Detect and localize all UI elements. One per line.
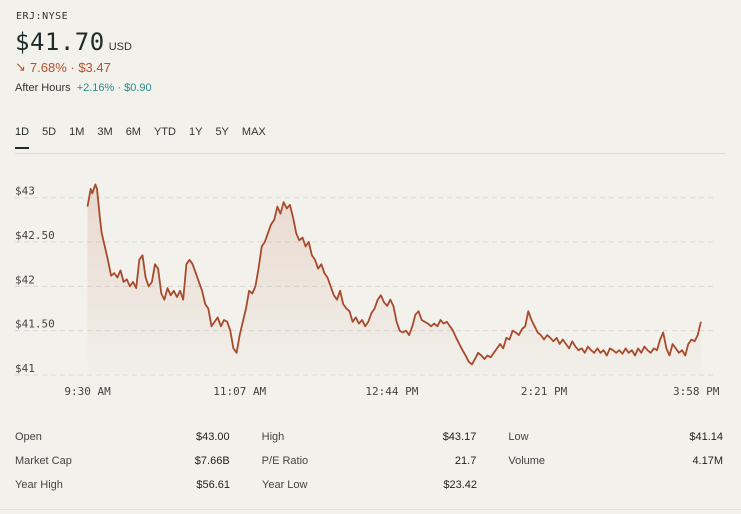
- stats-row: Open $43.00 High $43.17 Low $41.14: [15, 425, 723, 449]
- y-tick-label: $42.50: [15, 229, 55, 242]
- bottom-divider: [0, 509, 741, 510]
- stat-label: P/E Ratio: [261, 455, 309, 467]
- tab-max[interactable]: MAX: [242, 126, 266, 149]
- after-hours-change: +2.16% · $0.90: [76, 82, 152, 94]
- stat-low: Low $41.14: [508, 431, 723, 443]
- x-tick-label: 12:44 PM: [365, 385, 418, 398]
- stat-value: $41.14: [689, 431, 724, 443]
- series-area: [87, 184, 701, 375]
- tab-5y[interactable]: 5Y: [215, 126, 228, 149]
- stat-value: $56.61: [196, 479, 230, 491]
- tab-3m[interactable]: 3M: [97, 126, 112, 149]
- change-value: 7.68% · $3.47: [29, 59, 111, 75]
- stat-label: High: [261, 431, 285, 443]
- price-change: ↘ 7.68% · $3.47: [15, 59, 111, 75]
- stat-label: Low: [508, 431, 529, 443]
- tab-divider: [15, 153, 726, 154]
- y-tick-label: $41: [15, 362, 35, 375]
- stat-value: 4.17M: [692, 455, 724, 467]
- currency-label: USD: [108, 41, 132, 53]
- stat-label: Volume: [508, 455, 546, 467]
- stat-label: Year Low: [262, 479, 308, 491]
- stat-year-high: Year High $56.61: [15, 479, 230, 491]
- stat-value: $23.42: [443, 479, 477, 491]
- after-hours-label: After Hours: [15, 82, 71, 94]
- stat-pe-ratio: P/E Ratio 21.7: [262, 455, 477, 467]
- x-tick-label: 9:30 AM: [64, 385, 111, 398]
- stat-label: Open: [15, 431, 42, 443]
- tab-1d[interactable]: 1D: [15, 126, 30, 149]
- stat-value: $7.66B: [194, 455, 230, 467]
- arrow-down-right-icon: ↘: [15, 59, 26, 74]
- tab-5d[interactable]: 5D: [42, 126, 56, 149]
- after-hours: After Hours +2.16% · $0.90: [15, 82, 152, 94]
- y-tick-label: $41.50: [15, 318, 55, 331]
- x-tick-label: 11:07 AM: [213, 385, 266, 398]
- range-tabs: 1D 5D 1M 3M 6M YTD 1Y 5Y MAX: [15, 126, 279, 149]
- tab-6m[interactable]: 6M: [126, 126, 141, 149]
- stat-value: $43.17: [442, 431, 477, 443]
- price-row: $41.70 USD: [15, 28, 132, 56]
- stat-volume: Volume 4.17M: [508, 455, 723, 467]
- stats-table: Open $43.00 High $43.17 Low $41.14 Marke…: [15, 425, 723, 497]
- x-tick-label: 3:58 PM: [673, 385, 720, 398]
- stat-high: High $43.17: [262, 431, 477, 443]
- price-chart[interactable]: $43 $42.50 $42 $41.50 $41 9:30 AM 11:07 AM 12:4…: [0, 170, 741, 410]
- tab-1m[interactable]: 1M: [69, 126, 84, 149]
- stat-market-cap: Market Cap $7.66B: [15, 455, 230, 467]
- stat-label: Market Cap: [15, 455, 72, 467]
- stat-year-low: Year Low $23.42: [262, 479, 477, 491]
- stats-row: Market Cap $7.66B P/E Ratio 21.7 Volume …: [15, 449, 723, 473]
- stat-label: Year High: [15, 479, 63, 491]
- y-tick-label: $43: [15, 185, 35, 198]
- current-price: $41.70: [15, 28, 105, 56]
- ticker-symbol: ERJ:NYSE: [16, 11, 69, 22]
- stat-value: $43.00: [196, 431, 230, 443]
- stats-row: Year High $56.61 Year Low $23.42: [15, 473, 723, 497]
- stat-open: Open $43.00: [15, 431, 230, 443]
- tab-ytd[interactable]: YTD: [154, 126, 176, 149]
- y-tick-label: $42: [15, 273, 35, 286]
- tab-1y[interactable]: 1Y: [189, 126, 202, 149]
- x-tick-label: 2:21 PM: [521, 385, 568, 398]
- stat-value: 21.7: [454, 455, 477, 467]
